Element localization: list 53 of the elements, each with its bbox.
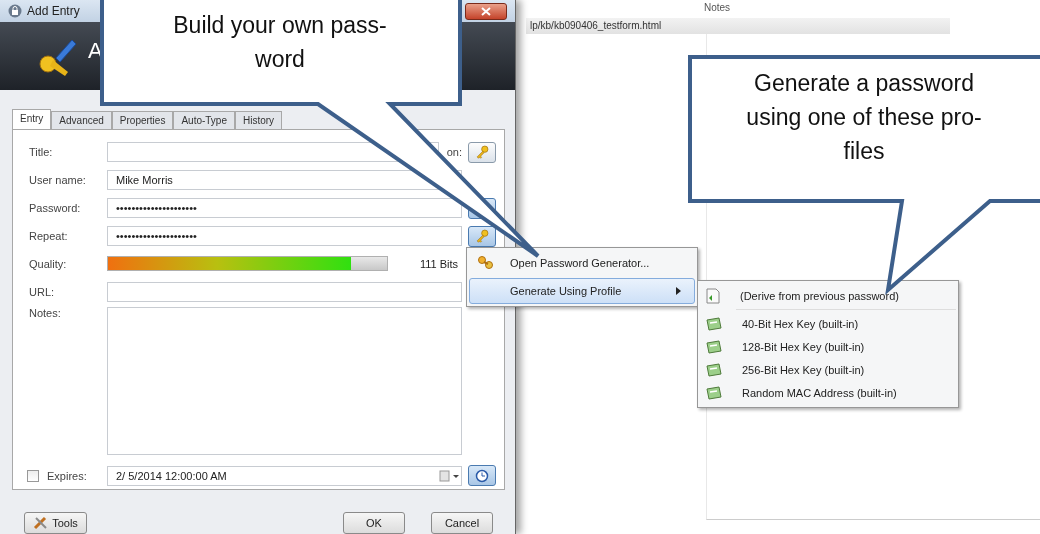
menu-item[interactable]: 128-Bit Hex Key (built-in): [700, 335, 956, 358]
card-icon: [706, 316, 722, 331]
card-icon: [706, 385, 722, 400]
callout-text: Build your own pass- word: [172, 11, 388, 74]
column-header: Notes: [704, 2, 731, 13]
field-label: Password:: [29, 202, 82, 215]
tab[interactable]: Properties: [111, 111, 174, 129]
callout-text: Generate a password using one of these pro- files: [745, 69, 983, 166]
cancel-button[interactable]: Cancel: [431, 512, 493, 534]
url-cell: lp/kb/kb090406_testform.html: [526, 18, 950, 34]
tab[interactable]: Entry: [12, 109, 52, 129]
lock-icon: [8, 4, 22, 18]
field-label: User name:: [29, 174, 87, 187]
card-icon: [706, 362, 722, 377]
tab[interactable]: History: [235, 111, 283, 129]
page-icon: [706, 287, 720, 304]
window-title: Add Entry: [27, 4, 80, 18]
field-label: Repeat:: [29, 230, 69, 243]
tab[interactable]: Advanced: [51, 111, 112, 129]
card-icon: [706, 339, 722, 354]
clock-button[interactable]: [468, 465, 496, 487]
menu-item[interactable]: 40-Bit Hex Key (built-in): [700, 312, 956, 335]
clock-icon: [475, 468, 489, 483]
field-label: Expires:: [47, 469, 88, 482]
tools-button[interactable]: Tools: [24, 512, 87, 534]
menu-item[interactable]: Generate Using Profile: [469, 278, 695, 304]
menu-item[interactable]: Random MAC Address (built-in): [700, 381, 956, 404]
menu-item[interactable]: 256-Bit Hex Key (built-in): [700, 358, 956, 381]
field-label: on:: [446, 146, 462, 159]
close-button[interactable]: [465, 2, 507, 20]
key-icon: [475, 145, 489, 160]
menu-item[interactable]: (Derive from previous password): [700, 284, 956, 307]
password-field[interactable]: •••••••••••••••••••••: [107, 226, 462, 247]
tab[interactable]: Auto-Type: [173, 111, 235, 129]
keys-icon: [477, 255, 495, 271]
field-label: Quality:: [29, 257, 68, 270]
close-icon: [481, 6, 491, 16]
key-icon: [475, 229, 489, 244]
quality-reading: 111 Bits: [418, 257, 459, 270]
field-label: Notes:: [29, 307, 62, 320]
calendar-dropdown-icon: [439, 469, 461, 482]
field-label: Title:: [29, 146, 54, 159]
generator-button[interactable]: [468, 225, 496, 247]
ok-button[interactable]: OK: [343, 512, 405, 534]
icon-button[interactable]: [468, 141, 496, 163]
expires-checkbox[interactable]: [27, 469, 39, 482]
date-field[interactable]: 2/ 5/2014 12:00:00 AM: [107, 465, 462, 486]
submenu-arrow-icon: [676, 287, 682, 295]
field-label: URL:: [29, 285, 56, 298]
menu-item[interactable]: Open Password Generator...: [469, 250, 695, 276]
password-field[interactable]: •••••••••••••••••••••: [107, 198, 462, 219]
text-field[interactable]: [107, 281, 462, 302]
notes-field[interactable]: [107, 307, 462, 456]
